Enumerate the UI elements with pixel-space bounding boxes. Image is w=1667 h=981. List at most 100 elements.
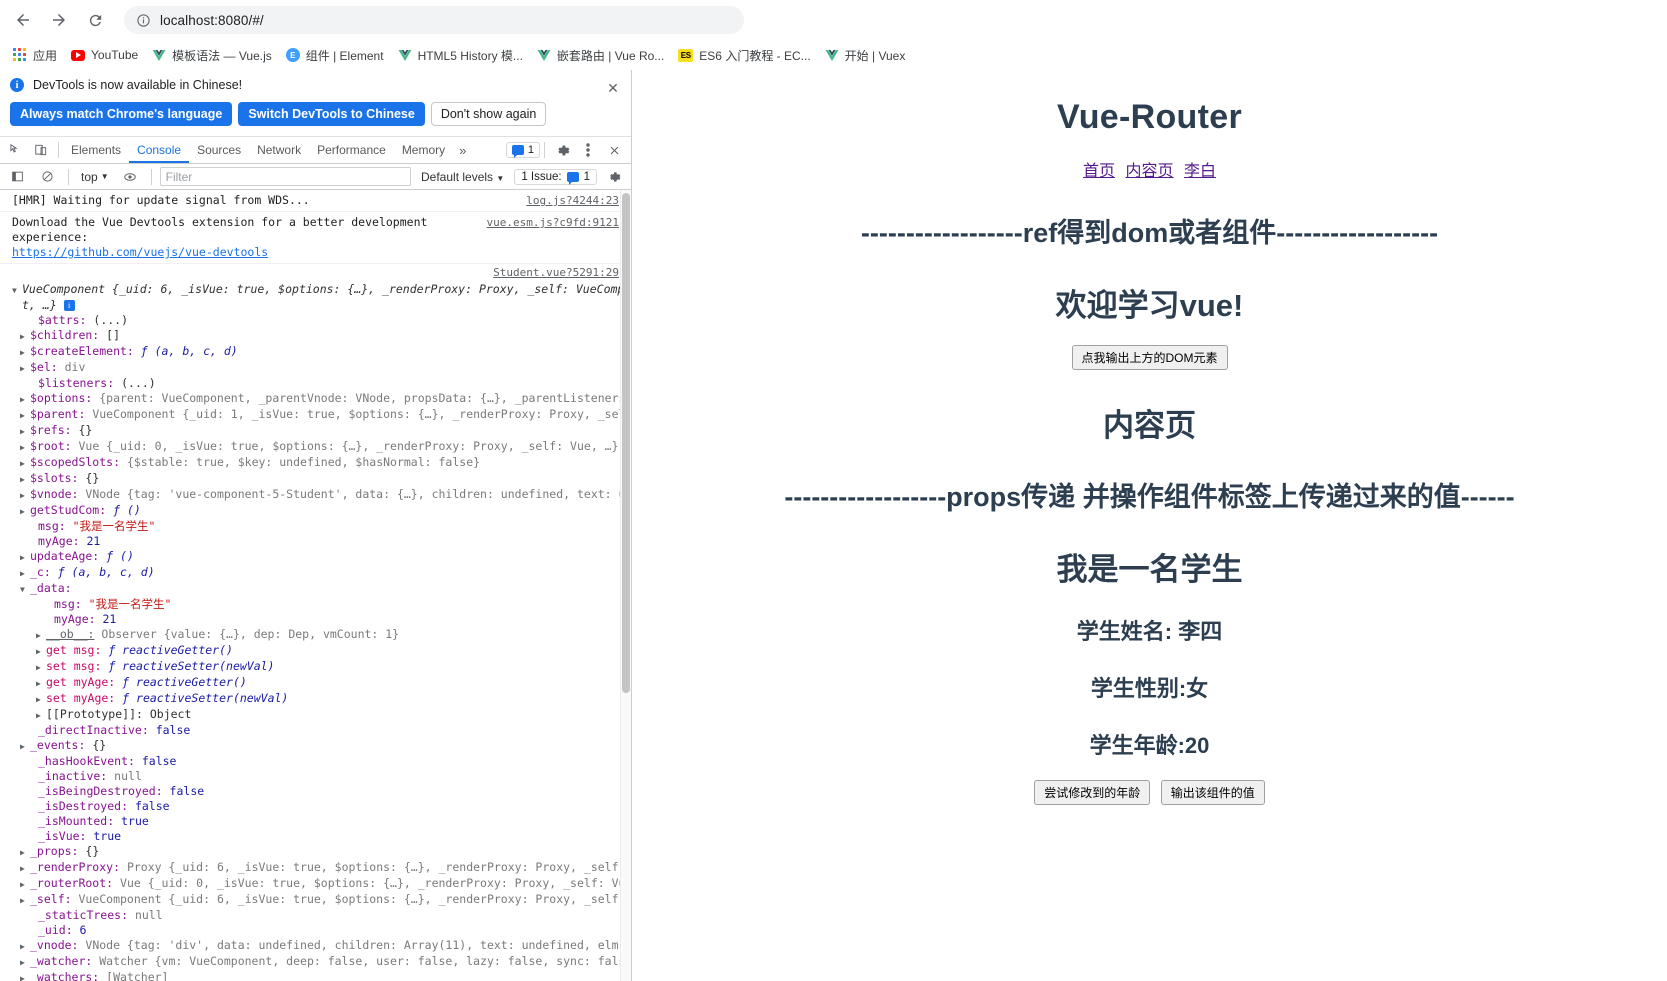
object-property-row: msg: "我是一名学生" bbox=[0, 597, 623, 612]
tab-sources[interactable]: Sources bbox=[189, 137, 249, 163]
router-link-content[interactable]: 内容页 bbox=[1125, 163, 1173, 180]
bookmark-html5-history[interactable]: HTML5 History 模... bbox=[392, 43, 529, 67]
expand-toggle-icon[interactable] bbox=[36, 676, 46, 691]
expand-toggle-icon[interactable] bbox=[20, 877, 30, 892]
inspect-element-button[interactable] bbox=[2, 138, 28, 163]
tab-memory[interactable]: Memory bbox=[394, 137, 453, 163]
expand-toggle-icon[interactable] bbox=[20, 504, 30, 519]
expand-toggle-icon[interactable] bbox=[20, 408, 30, 423]
expand-toggle-icon[interactable] bbox=[20, 939, 30, 954]
expand-toggle-icon[interactable] bbox=[20, 861, 30, 876]
console-scrollbar-thumb[interactable] bbox=[622, 193, 630, 693]
console-source-link[interactable]: vue.esm.js?c9fd:9121 bbox=[487, 215, 619, 230]
log-levels-selector[interactable]: Default levels ▼ bbox=[415, 170, 510, 184]
router-link-home[interactable]: 首页 bbox=[1083, 163, 1115, 180]
property-key: _c: bbox=[30, 565, 51, 579]
console-settings-button[interactable] bbox=[601, 164, 627, 189]
issues-indicator[interactable]: 1 Issue: 1 bbox=[514, 169, 597, 185]
tab-console[interactable]: Console bbox=[129, 137, 189, 163]
execution-context-selector[interactable]: top ▼ bbox=[77, 170, 113, 184]
devtools-more-options-button[interactable] bbox=[575, 138, 601, 163]
bookmark-nested-routes[interactable]: 嵌套路由 | Vue Ro... bbox=[531, 43, 670, 67]
expand-toggle-icon[interactable] bbox=[20, 392, 30, 407]
expand-toggle-icon[interactable] bbox=[20, 329, 30, 344]
bookmark-es6-tutorial[interactable]: ES ES6 入门教程 - EC... bbox=[672, 43, 816, 67]
console-source-link[interactable]: log.js?4244:23 bbox=[526, 193, 619, 208]
expand-toggle-icon[interactable] bbox=[20, 845, 30, 860]
dont-show-again-button[interactable]: Don't show again bbox=[431, 102, 547, 126]
clear-console-button[interactable] bbox=[34, 164, 60, 189]
expand-toggle-icon[interactable] bbox=[20, 582, 30, 597]
tab-elements[interactable]: Elements bbox=[63, 137, 129, 163]
property-value: true bbox=[114, 814, 149, 828]
expand-toggle-icon[interactable] bbox=[36, 644, 46, 659]
expand-toggle-icon[interactable] bbox=[36, 692, 46, 707]
expand-toggle-icon[interactable] bbox=[20, 361, 30, 376]
bookmark-youtube[interactable]: YouTube bbox=[65, 43, 144, 67]
console-scrollbar[interactable] bbox=[620, 190, 631, 981]
output-component-value-button[interactable]: 输出该组件的值 bbox=[1161, 780, 1265, 805]
site-info-icon[interactable] bbox=[136, 13, 151, 28]
banner-message: DevTools is now available in Chinese! bbox=[33, 78, 242, 92]
property-key: $createElement: bbox=[30, 344, 134, 358]
expand-toggle-icon[interactable] bbox=[20, 472, 30, 487]
console-sidebar-button[interactable] bbox=[4, 164, 30, 189]
switch-to-chinese-button[interactable]: Switch DevTools to Chinese bbox=[238, 102, 424, 126]
bookmark-apps[interactable]: 应用 bbox=[7, 43, 63, 67]
expand-toggle-icon[interactable] bbox=[20, 345, 30, 360]
close-banner-icon[interactable]: ✕ bbox=[605, 80, 621, 96]
expand-toggle-icon[interactable] bbox=[20, 424, 30, 439]
back-button[interactable] bbox=[8, 5, 38, 35]
bookmark-vue-template-syntax[interactable]: 模板语法 — Vue.js bbox=[146, 43, 278, 67]
expand-toggle-icon[interactable] bbox=[20, 955, 30, 970]
bookmark-vuex[interactable]: 开始 | Vuex bbox=[819, 43, 912, 67]
console-source-link[interactable]: Student.vue?5291:29 bbox=[493, 266, 619, 279]
expand-toggle-icon[interactable] bbox=[20, 550, 30, 565]
context-label: top bbox=[81, 170, 98, 184]
tab-performance[interactable]: Performance bbox=[309, 137, 394, 163]
expand-toggle-icon[interactable] bbox=[36, 708, 46, 723]
vue-devtools-link[interactable]: https://github.com/vuejs/vue-devtools bbox=[12, 245, 268, 259]
property-value: {} bbox=[78, 471, 99, 485]
live-expression-button[interactable] bbox=[117, 164, 143, 189]
expand-toggle-icon[interactable] bbox=[20, 893, 30, 908]
device-toolbar-button[interactable] bbox=[28, 138, 54, 163]
youtube-icon bbox=[71, 50, 85, 61]
tab-network[interactable]: Network bbox=[249, 137, 309, 163]
expand-toggle-icon[interactable] bbox=[20, 971, 30, 981]
expand-toggle-icon[interactable] bbox=[20, 440, 30, 455]
expand-toggle-icon[interactable] bbox=[12, 283, 22, 298]
issues-label: 1 Issue: bbox=[521, 171, 561, 183]
expand-toggle-icon[interactable] bbox=[20, 456, 30, 471]
console-filter-input[interactable] bbox=[160, 167, 411, 186]
divider bbox=[58, 142, 59, 158]
console-output[interactable]: [HMR] Waiting for update signal from WDS… bbox=[0, 190, 631, 981]
expand-toggle-icon[interactable] bbox=[20, 488, 30, 503]
more-tabs-icon[interactable]: » bbox=[453, 143, 472, 158]
object-property-row: _c: ƒ (a, b, c, d) bbox=[0, 565, 623, 581]
info-icon[interactable]: i bbox=[64, 300, 75, 311]
property-key: _isDestroyed: bbox=[38, 799, 128, 813]
property-key: _uid: bbox=[38, 923, 73, 937]
bookmark-element-components[interactable]: E 组件 | Element bbox=[280, 43, 390, 67]
property-key: _isBeingDestroyed: bbox=[38, 784, 163, 798]
reload-button[interactable] bbox=[80, 5, 110, 35]
expand-toggle-icon[interactable] bbox=[20, 566, 30, 581]
always-match-language-button[interactable]: Always match Chrome's language bbox=[10, 102, 232, 126]
devtools-settings-button[interactable] bbox=[549, 138, 575, 163]
forward-button[interactable] bbox=[44, 5, 74, 35]
expand-toggle-icon[interactable] bbox=[36, 628, 46, 643]
expand-toggle-icon[interactable] bbox=[20, 739, 30, 754]
property-key: _data: bbox=[30, 581, 72, 595]
devtools-close-button[interactable] bbox=[601, 138, 627, 163]
expand-toggle-icon[interactable] bbox=[36, 660, 46, 675]
property-key: set msg: bbox=[46, 659, 101, 673]
property-value: false bbox=[163, 784, 205, 798]
router-link-libai[interactable]: 李白 bbox=[1184, 163, 1216, 180]
modify-age-button[interactable]: 尝试修改到的年龄 bbox=[1034, 780, 1150, 805]
property-key: updateAge: bbox=[30, 549, 99, 563]
address-bar[interactable]: localhost:8080/#/ bbox=[124, 6, 744, 34]
property-value: VNode {tag: 'vue-component-5-Student', d… bbox=[78, 487, 631, 501]
issues-counter-button[interactable]: 1 bbox=[506, 142, 540, 158]
output-dom-button[interactable]: 点我输出上方的DOM元素 bbox=[1072, 345, 1228, 370]
